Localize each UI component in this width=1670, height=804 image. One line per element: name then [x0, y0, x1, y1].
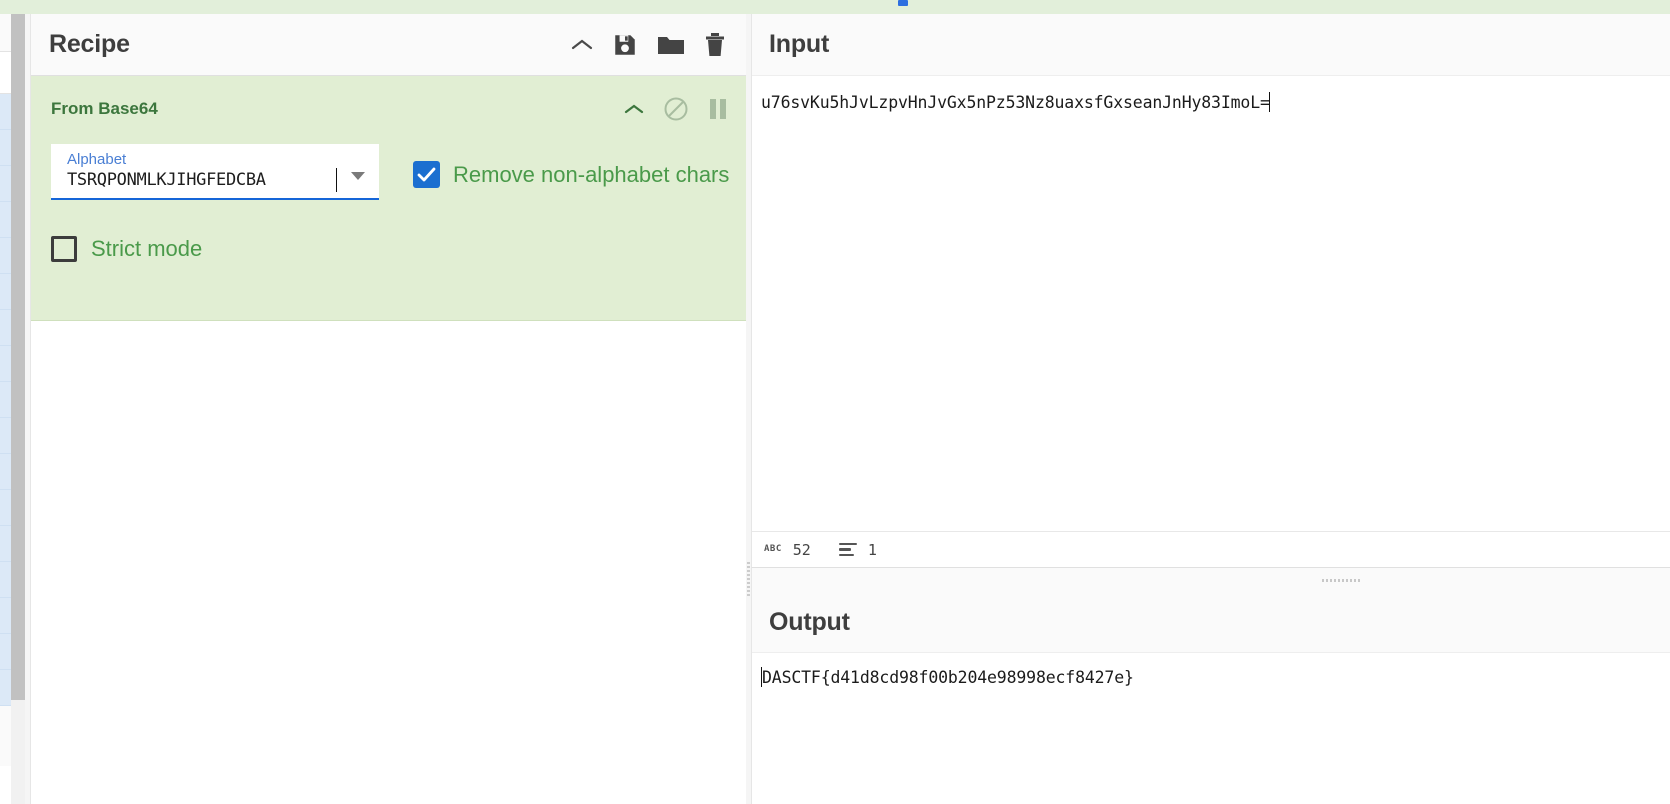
- output-title: Output: [769, 608, 850, 637]
- alphabet-caret: [336, 168, 337, 192]
- checkbox-unchecked-icon[interactable]: [51, 236, 77, 262]
- output-header: Output: [752, 593, 1670, 653]
- recipe-pane: Recipe: [30, 14, 746, 804]
- alphabet-input[interactable]: TSRQPONMLKJIHGFEDCBA: [67, 170, 333, 190]
- input-value[interactable]: u76svKu5hJvLzpvHnJvGx5nPz53Nz8uaxsfGxsea…: [761, 93, 1270, 112]
- recipe-header: Recipe: [31, 14, 746, 76]
- operation-name: From Base64: [51, 99, 158, 119]
- remove-non-alphabet-label: Remove non-alphabet chars: [453, 162, 729, 188]
- recipe-drop-area[interactable]: [31, 321, 746, 804]
- output-value: DASCTF{d41d8cd98f00b204e98998ecf8427e}: [762, 668, 1134, 687]
- top-banner-strip: [0, 0, 1670, 14]
- input-editor[interactable]: u76svKu5hJvLzpvHnJvGx5nPz53Nz8uaxsfGxsea…: [752, 76, 1670, 531]
- line-count-value: 1: [868, 541, 877, 559]
- output-editor[interactable]: DASCTF{d41d8cd98f00b204e98998ecf8427e}: [752, 653, 1670, 804]
- strict-mode-label: Strict mode: [91, 236, 202, 262]
- output-pane: Output DASCTF{d41d8cd98f00b204e98998ecf8…: [751, 593, 1670, 804]
- operations-scrollbar[interactable]: [11, 14, 25, 804]
- operation-actions: [624, 96, 728, 122]
- checkbox-checked-icon[interactable]: [413, 161, 440, 188]
- scrollbar-thumb[interactable]: [11, 14, 25, 700]
- recipe-title: Recipe: [49, 30, 130, 59]
- remove-non-alphabet-checkbox[interactable]: Remove non-alphabet chars: [413, 161, 729, 188]
- input-header: Input: [752, 14, 1670, 76]
- input-caret: [1269, 92, 1270, 112]
- character-count: ABC 52: [764, 541, 811, 559]
- operation-arguments: Alphabet TSRQPONMLKJIHGFEDCBA Remove non…: [31, 122, 746, 200]
- input-pane: Input u76svKu5hJvLzpvHnJvGx5nPz53Nz8uaxs…: [751, 14, 1670, 567]
- character-count-value: 52: [793, 541, 811, 559]
- alphabet-label: Alphabet: [67, 151, 126, 168]
- banner-marker: [898, 0, 908, 6]
- disable-operation-icon[interactable]: [663, 96, 689, 122]
- io-column: Input u76svKu5hJvLzpvHnJvGx5nPz53Nz8uaxs…: [751, 14, 1670, 804]
- collapse-operation-icon[interactable]: [624, 103, 644, 116]
- chevron-down-icon[interactable]: [351, 172, 365, 180]
- horizontal-splitter-grip[interactable]: [1322, 579, 1362, 582]
- input-title: Input: [769, 30, 829, 59]
- clear-recipe-icon[interactable]: [704, 32, 726, 58]
- load-recipe-icon[interactable]: [657, 33, 685, 57]
- alphabet-field[interactable]: Alphabet TSRQPONMLKJIHGFEDCBA: [51, 144, 379, 200]
- input-textarea[interactable]: u76svKu5hJvLzpvHnJvGx5nPz53Nz8uaxsfGxsea…: [752, 76, 1270, 112]
- input-output-splitter[interactable]: [751, 567, 1670, 593]
- collapse-chevron-icon[interactable]: [571, 38, 593, 52]
- operation-title-row: From Base64: [31, 76, 746, 122]
- line-count: 1: [839, 541, 877, 559]
- recipe-header-actions: [571, 32, 726, 58]
- input-status-bar: ABC 52 1: [752, 531, 1670, 567]
- abc-icon: ABC: [764, 545, 782, 554]
- splitter-grip[interactable]: [747, 562, 750, 596]
- operation-from-base64[interactable]: From Base64: [31, 76, 746, 321]
- breakpoint-pause-icon[interactable]: [708, 97, 728, 121]
- save-recipe-icon[interactable]: [612, 32, 638, 58]
- strict-mode-checkbox[interactable]: Strict mode: [31, 200, 746, 262]
- lines-icon: [839, 543, 857, 557]
